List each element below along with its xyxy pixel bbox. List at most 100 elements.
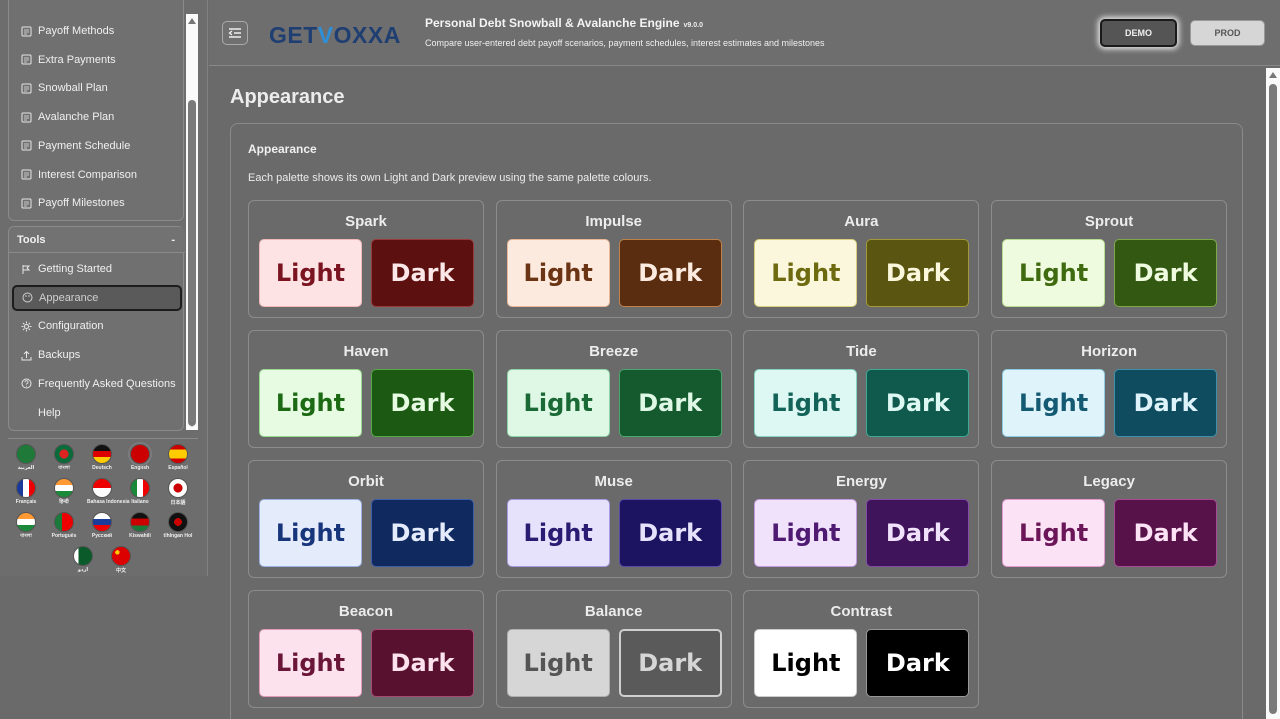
nav-item[interactable]: Avalanche Plan [9,104,185,130]
tools-header[interactable]: Tools - [9,227,185,253]
sidebar-item-backups[interactable]: Backups [9,342,185,368]
dark-preview-button[interactable]: Dark [618,629,722,697]
palette-name: Horizon [1081,343,1137,360]
flag-icon [168,478,188,498]
app-header: GETVOXXA Personal Debt Snowball & Avalan… [209,0,1280,66]
language-option[interactable]: tlhIngan Hol [163,512,193,539]
document-icon [21,140,32,151]
dark-preview-button[interactable]: Dark [371,499,474,567]
language-option[interactable]: Português [49,512,79,539]
dark-preview-button[interactable]: Dark [1114,369,1218,437]
nav-item[interactable]: Payment Schedule [9,133,185,159]
dark-preview-button[interactable]: Dark [618,369,722,437]
light-preview-button[interactable]: Light [754,369,858,437]
dark-preview-button[interactable]: Dark [618,499,722,567]
main-scroll-up-icon[interactable] [1269,72,1277,78]
scroll-up-icon[interactable] [188,18,196,24]
language-option[interactable]: Italiano [125,478,155,505]
language-option[interactable]: Deutsch [87,444,117,471]
light-preview-button[interactable]: Light [506,499,610,567]
language-option[interactable]: 中文 [106,546,136,574]
app-subtitle: Compare user-entered debt payoff scenari… [425,38,825,48]
dark-preview-button[interactable]: Dark [866,629,970,697]
palette-name: Haven [343,343,389,360]
document-icon [21,54,32,65]
palette-name: Impulse [585,213,643,230]
prod-button[interactable]: PROD [1190,20,1265,46]
dark-preview-button[interactable]: Dark [371,629,474,697]
nav-item-label: Extra Payments [38,53,116,66]
dark-preview-button[interactable]: Dark [371,369,474,437]
panel-title: Appearance [248,142,317,156]
sidebar-collapse-button[interactable] [222,21,248,45]
light-preview-button[interactable]: Light [1002,239,1106,307]
light-preview-button[interactable]: Light [754,629,858,697]
light-preview-button[interactable]: Light [259,499,362,567]
sidebar-item-help[interactable]: Help [9,400,185,426]
language-option[interactable]: English [125,444,155,471]
language-option[interactable]: हिन्दी [49,478,79,505]
language-option[interactable]: Kiswahili [125,512,155,539]
nav-item[interactable]: Snowball Plan [9,75,185,101]
flag-icon [92,444,112,464]
nav-item[interactable]: Payoff Methods [9,18,185,44]
sidebar-item-configuration[interactable]: Configuration [9,313,185,339]
palette-card-haven: Haven Light Dark [248,330,484,448]
light-preview-button[interactable]: Light [1002,499,1106,567]
sidebar-item-getting-started[interactable]: Getting Started [9,256,185,282]
dark-preview-button[interactable]: Dark [1114,499,1218,567]
palette-name: Balance [584,603,643,620]
nav-item[interactable]: Payoff Milestones [9,190,185,216]
flag-icon [54,444,74,464]
sidebar-item-frequently-asked-questions[interactable]: Frequently Asked Questions [9,371,185,397]
dark-preview-button[interactable]: Dark [371,239,474,307]
dark-preview-button[interactable]: Dark [866,369,970,437]
language-option[interactable]: Bahasa Indonesia [87,478,130,505]
light-preview-button[interactable]: Light [754,239,858,307]
dark-preview-button[interactable]: Dark [618,239,722,307]
nav-item[interactable]: Extra Payments [9,47,185,73]
sidebar-scrollbar[interactable] [186,14,198,430]
light-preview-button[interactable]: Light [506,369,610,437]
dark-preview-button[interactable]: Dark [866,239,970,307]
scroll-thumb[interactable] [188,100,196,426]
collapse-toggle-icon[interactable]: - [171,234,175,246]
palette-card-beacon: Beacon Light Dark [248,590,484,708]
light-preview-button[interactable]: Light [259,369,362,437]
palette-card-tide: Tide Light Dark [743,330,980,448]
document-icon [21,169,32,180]
flag-icon [168,512,188,532]
upload-icon [21,350,32,361]
dark-preview-button[interactable]: Dark [866,499,970,567]
language-option[interactable]: العربية [11,444,41,471]
light-preview-button[interactable]: Light [754,499,858,567]
flag-icon [130,478,150,498]
language-option[interactable]: বাংলা [49,444,79,473]
nav-item-label: Payoff Milestones [38,197,125,210]
palette-name: Legacy [1083,473,1135,490]
main-scrollbar[interactable] [1266,68,1280,719]
appearance-panel: Appearance Each palette shows its own Li… [230,123,1243,719]
light-preview-button[interactable]: Light [259,239,362,307]
nav-item-label: Payoff Methods [38,25,115,37]
language-option[interactable]: Русский [87,512,117,539]
main-scroll-thumb[interactable] [1269,84,1277,714]
light-preview-button[interactable]: Light [506,239,610,307]
dark-preview-button[interactable]: Dark [1114,239,1218,307]
flag-icon [130,444,150,464]
scroll-down-icon[interactable] [188,421,196,427]
light-preview-button[interactable]: Light [506,629,610,697]
nav-item-label: Frequently Asked Questions [38,377,176,390]
language-option[interactable]: 日本語 [163,478,193,506]
nav-item[interactable]: Interest Comparison [9,162,185,188]
demo-button[interactable]: DEMO [1100,19,1177,47]
language-option[interactable]: Español [163,444,193,471]
language-option[interactable]: Français [11,478,41,505]
palette-name: Orbit [348,473,384,490]
sidebar-item-appearance[interactable]: Appearance [12,284,182,311]
language-option[interactable]: বাংলা [11,512,41,541]
nav-item-label: Interest Comparison [38,168,138,181]
language-option[interactable]: اردو [68,546,98,573]
light-preview-button[interactable]: Light [259,629,362,697]
light-preview-button[interactable]: Light [1002,369,1106,437]
